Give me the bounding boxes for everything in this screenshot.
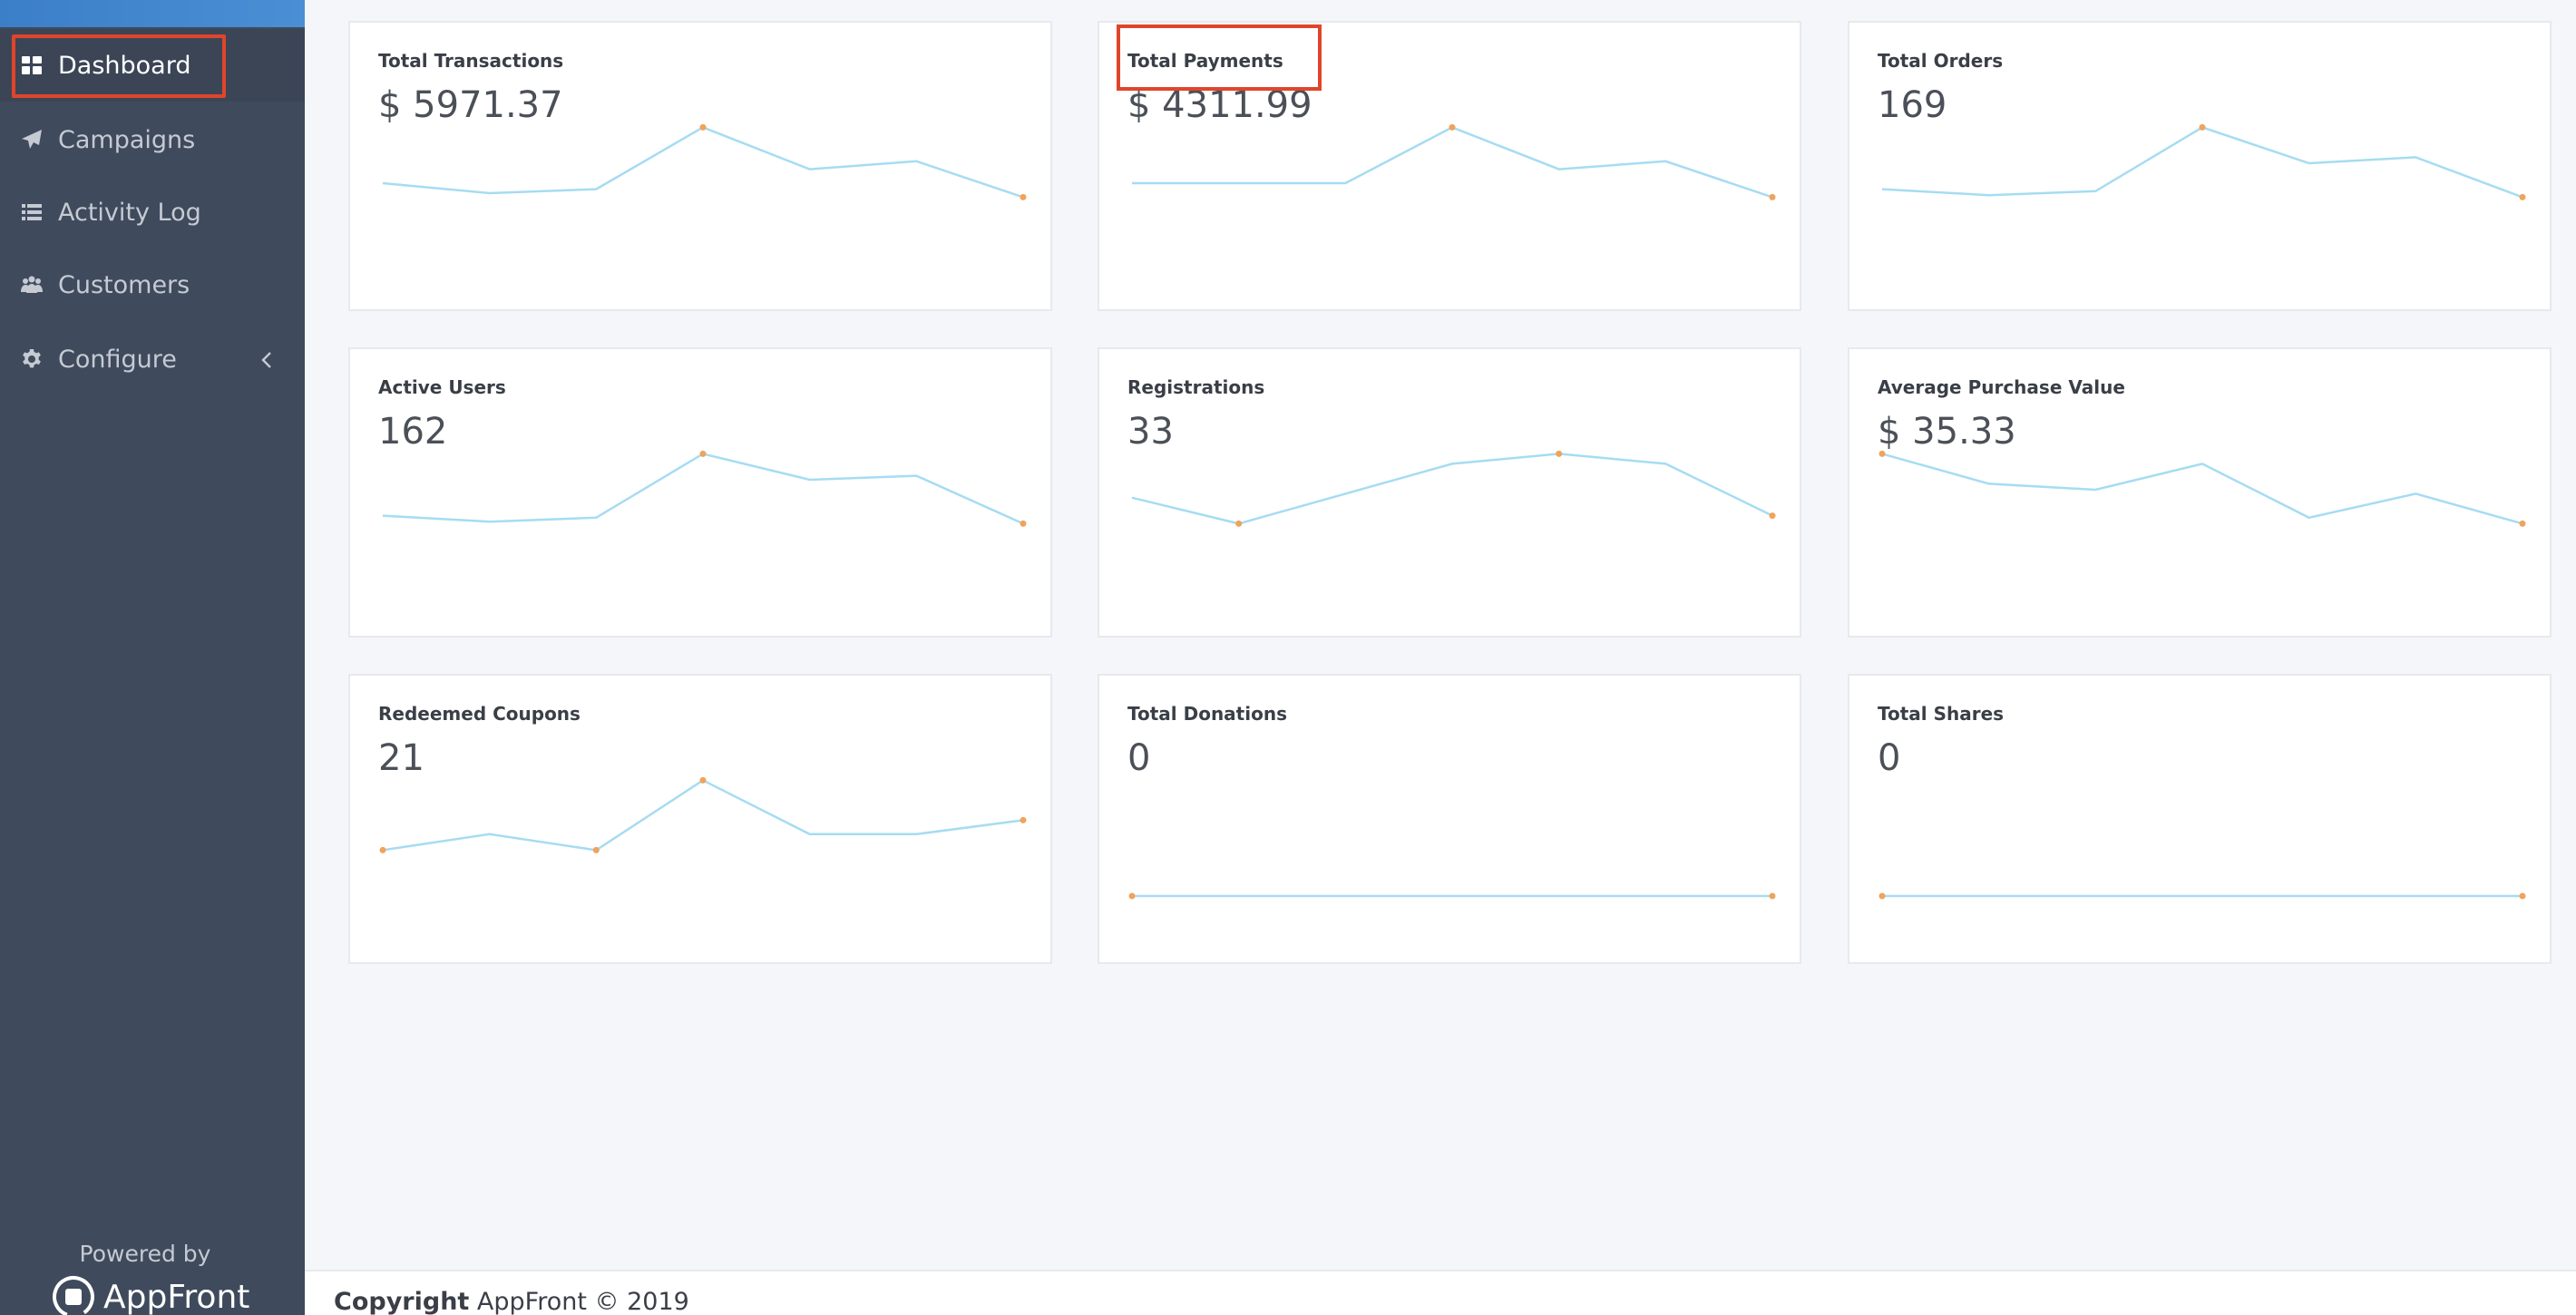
sidebar-top-accent: [0, 0, 305, 27]
card-total-transactions: Total Transactions $ 5971.37: [348, 21, 1052, 311]
sparkline-marker: [2519, 892, 2526, 900]
users-icon: [20, 273, 44, 297]
sparkline-marker: [1769, 892, 1776, 900]
sparkline-line: [1132, 126, 1773, 199]
sparkline-chart: [379, 776, 1027, 853]
sparkline-marker: [1878, 892, 1886, 900]
sparkline-chart: [382, 450, 1027, 527]
sidebar-item-campaigns[interactable]: Campaigns: [0, 103, 305, 176]
sparkline-line: [1131, 453, 1773, 525]
copyright-label: Copyright: [334, 1288, 470, 1315]
sparkline-marker: [1020, 193, 1027, 200]
copyright-text: Copyright AppFront © 2019: [334, 1288, 689, 1315]
sparkline-marker: [699, 450, 707, 457]
sidebar: Dashboard Campaigns Activity Log Custome…: [0, 0, 305, 1315]
sparkline-marker: [1449, 123, 1456, 131]
sparkline-line: [1881, 126, 2523, 199]
paper-plane-icon: [20, 128, 44, 151]
sparkline-marker: [1128, 892, 1136, 900]
sparkline-line: [1881, 453, 2523, 525]
brand-name: AppFront: [103, 1278, 250, 1315]
sparkline-chart: [1128, 892, 1776, 900]
sparkline-marker: [1020, 520, 1027, 527]
sparkline-chart: [1878, 450, 2526, 527]
gear-icon: [20, 347, 44, 371]
sparkline-marker: [1878, 450, 1886, 457]
sparkline-marker: [2199, 123, 2206, 131]
sparkline-marker: [2519, 193, 2526, 200]
sparkline-chart: [1878, 892, 2526, 900]
sidebar-item-label: Customers: [58, 270, 190, 299]
list-icon: [20, 200, 44, 224]
sparkline-marker: [699, 123, 707, 131]
sidebar-item-customers[interactable]: Customers: [0, 248, 305, 321]
sidebar-item-configure[interactable]: Configure: [0, 323, 305, 395]
copyright-owner: AppFront © 2019: [469, 1288, 689, 1315]
chevron-left-icon[interactable]: [259, 348, 278, 370]
sidebar-item-label: Activity Log: [58, 198, 201, 227]
sparkline-line: [382, 126, 1024, 199]
sidebar-item-activity-log[interactable]: Activity Log: [0, 176, 305, 248]
card-average-purchase-value: Average Purchase Value $ 35.33: [1848, 347, 2552, 638]
powered-by-label: Powered by: [79, 1241, 211, 1267]
appfront-logo-icon: [51, 1274, 96, 1315]
sparkline-marker: [592, 846, 600, 853]
sparkline-marker: [379, 846, 386, 853]
sparkline-marker: [699, 776, 707, 784]
sparkline-chart: [1881, 123, 2526, 200]
sparkline-chart: [1131, 450, 1776, 527]
sidebar-item-label: Dashboard: [58, 51, 191, 80]
footer: Copyright AppFront © 2019: [305, 1270, 2576, 1315]
card-total-orders: Total Orders 169: [1848, 21, 2552, 311]
sparkline-marker: [1020, 816, 1027, 823]
card-total-donations: Total Donations 0: [1098, 674, 1801, 964]
sparkline-chart: [382, 123, 1027, 200]
sidebar-item-label: Campaigns: [58, 125, 196, 154]
sparkline-marker: [1556, 450, 1563, 457]
card-total-payments: Total Payments $ 4311.99: [1098, 21, 1801, 311]
sidebar-item-label: Configure: [58, 345, 177, 374]
card-active-users: Active Users 162: [348, 347, 1052, 638]
brand-logo: AppFront: [51, 1274, 249, 1315]
sparkline-line: [382, 778, 1024, 852]
sparkline-marker: [1769, 512, 1776, 520]
card-redeemed-coupons: Redeemed Coupons 21: [348, 674, 1052, 964]
sparkline-chart: [1132, 123, 1776, 200]
sparkline-line: [382, 453, 1024, 525]
sidebar-item-dashboard[interactable]: Dashboard: [0, 29, 305, 102]
grid-icon: [20, 54, 44, 77]
card-registrations: Registrations 33: [1098, 347, 1801, 638]
sparkline-marker: [1235, 520, 1243, 527]
card-total-shares: Total Shares 0: [1848, 674, 2552, 964]
sparkline-marker: [1769, 193, 1776, 200]
sparkline-marker: [2519, 520, 2526, 527]
